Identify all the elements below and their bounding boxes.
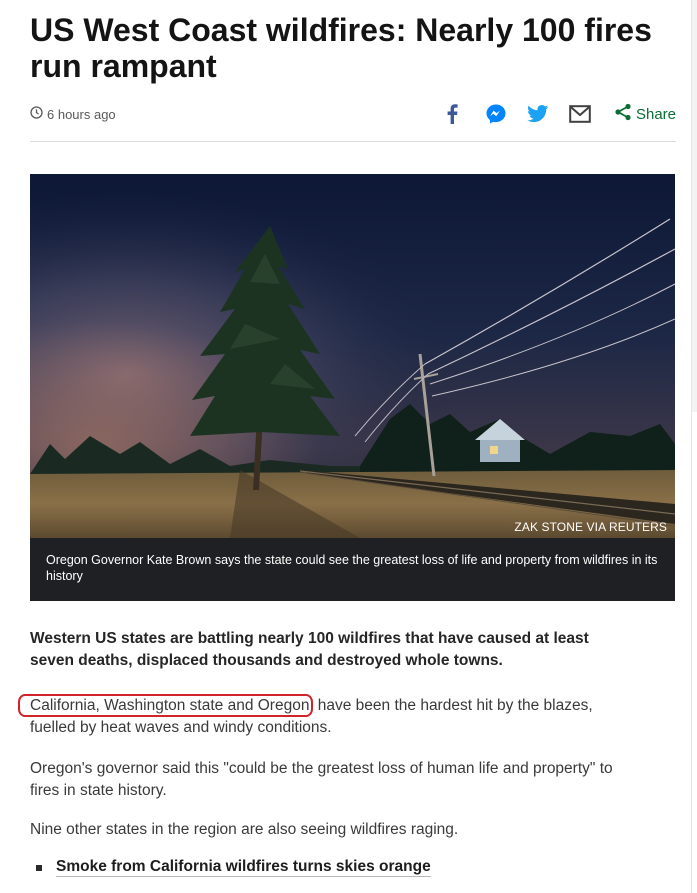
- article-meta: 6 hours ago Share: [30, 100, 676, 128]
- article-lede: Western US states are battling nearly 10…: [30, 630, 589, 669]
- photo-caption: Oregon Governor Kate Brown says the stat…: [46, 553, 658, 583]
- related-link-item: Smoke from California wildfires turns sk…: [30, 858, 431, 877]
- related-link[interactable]: Smoke from California wildfires turns sk…: [56, 858, 431, 877]
- twitter-icon[interactable]: [526, 102, 550, 126]
- facebook-icon[interactable]: [440, 102, 464, 126]
- body-paragraph-2: Oregon's governor said this "could be th…: [30, 760, 613, 799]
- header-divider: [30, 141, 676, 142]
- timestamp-text: 6 hours ago: [47, 106, 116, 122]
- timestamp: 6 hours ago: [30, 106, 116, 122]
- bullet-icon: [36, 864, 42, 871]
- article-headline: US West Coast wildfires: Nearly 100 fire…: [30, 12, 652, 84]
- wildfire-photo: [30, 174, 675, 538]
- share-icon: [614, 103, 636, 125]
- share-button[interactable]: Share: [614, 103, 676, 125]
- body-paragraph-1: California, Washington state and Oregon …: [18, 694, 630, 739]
- email-icon[interactable]: [568, 102, 592, 126]
- related-links: Smoke from California wildfires turns sk…: [30, 858, 431, 877]
- share-label: Share: [635, 105, 676, 123]
- body-paragraph-3: Nine other states in the region are also…: [30, 821, 459, 838]
- highlighted-states: California, Washington state and Oregon: [18, 694, 314, 717]
- lead-figure: ZAK STONE VIA REUTERS Oregon Governor Ka…: [30, 174, 675, 601]
- messenger-icon[interactable]: [484, 102, 508, 126]
- photo-credit: ZAK STONE VIA REUTERS: [514, 520, 667, 534]
- scrollbar-thumb[interactable]: [692, 0, 697, 412]
- clock-icon: [30, 106, 47, 122]
- share-toolbar: Share: [440, 100, 676, 128]
